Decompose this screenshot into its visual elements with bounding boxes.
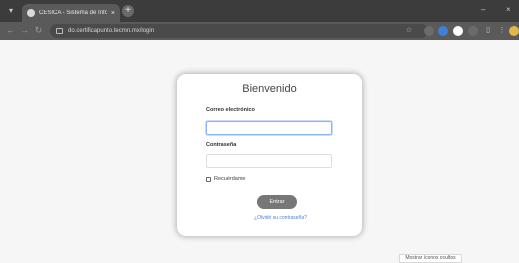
login-card: Bienvenido Correo electrónico Contraseña… (177, 74, 362, 236)
back-icon[interactable]: ← (5, 25, 16, 36)
remember-me-label[interactable]: Recuérdame (214, 176, 246, 182)
browser-tab[interactable]: CESICA - Sistema de Informac × (22, 4, 120, 22)
forward-icon[interactable]: → (19, 25, 30, 36)
password-label: Contraseña (206, 142, 237, 148)
profile-badge-icon[interactable] (509, 26, 519, 36)
tab-search-icon[interactable]: ▾ (6, 6, 16, 16)
email-field[interactable] (206, 121, 332, 135)
show-hidden-icons-button[interactable]: Mostrar íconos ocultos (399, 254, 462, 263)
reload-icon[interactable]: ↻ (33, 25, 44, 36)
new-tab-button[interactable]: + (122, 5, 134, 17)
extension-icon[interactable] (424, 26, 434, 36)
site-info-icon[interactable] (56, 28, 63, 34)
forgot-password-link[interactable]: ¿Olvidó su contraseña? (177, 215, 362, 221)
tab-title: CESICA - Sistema de Informac (39, 10, 107, 16)
minimize-icon[interactable]: – (481, 5, 485, 15)
browser-tab-strip: ▾ CESICA - Sistema de Informac × + – × (0, 0, 519, 22)
menu-kebab-icon[interactable]: ⋮ (497, 26, 507, 36)
remember-me-checkbox[interactable] (206, 176, 211, 182)
extensions-puzzle-icon[interactable] (468, 26, 478, 36)
email-label: Correo electrónico (206, 107, 255, 113)
url-text[interactable]: do.certificapunto.tecmn.mx/login (68, 28, 154, 34)
login-button[interactable]: Entrar (257, 195, 297, 209)
password-field[interactable] (206, 154, 332, 168)
remember-me-row[interactable]: Recuérdame (206, 176, 246, 182)
login-title: Bienvenido (242, 83, 297, 95)
site-favicon-icon (27, 9, 35, 17)
login-page: Bienvenido Correo electrónico Contraseña… (0, 40, 519, 263)
address-bar[interactable]: do.certificapunto.tecmn.mx/login (50, 24, 428, 38)
tab-close-icon[interactable]: × (111, 10, 115, 17)
side-panel-icon[interactable]: ▯ (483, 26, 493, 36)
close-window-icon[interactable]: × (506, 5, 511, 15)
browser-toolbar: ← → ↻ do.certificapunto.tecmn.mx/login ☆… (0, 22, 519, 40)
profile-avatar-icon[interactable] (453, 26, 463, 36)
bookmark-star-icon[interactable]: ☆ (404, 26, 414, 36)
extension-blue-icon[interactable] (438, 26, 448, 36)
